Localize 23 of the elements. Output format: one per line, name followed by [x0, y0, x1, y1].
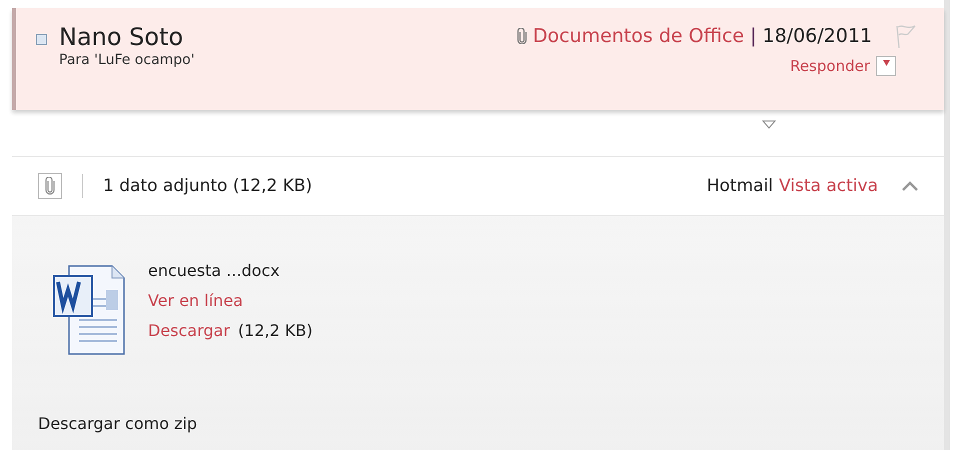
date-text: 18/06/2011	[762, 25, 872, 47]
square-icon	[36, 34, 47, 45]
active-view-link[interactable]: Vista activa	[779, 176, 878, 196]
collapse-chevron-icon[interactable]	[902, 181, 918, 191]
download-link[interactable]: Descargar	[148, 316, 230, 346]
attachment-summary: 1 dato adjunto (12,2 KB)	[103, 176, 314, 196]
sender-name: Nano Soto	[59, 22, 184, 52]
download-zip-link[interactable]: Descargar como zip	[38, 414, 918, 433]
document-icon	[52, 264, 126, 356]
folder-link[interactable]: Documentos de Office	[532, 25, 744, 47]
file-name: encuesta ...docx	[148, 260, 281, 282]
reply-link[interactable]: Responder	[790, 57, 870, 75]
source-text: Hotmail	[706, 176, 774, 196]
recipient-text: Para 'LuFe ocampo'	[59, 52, 195, 68]
paperclip-icon	[516, 28, 527, 44]
caret-icon	[882, 60, 890, 66]
expand-triangle-icon[interactable]	[762, 120, 776, 129]
separator: |	[750, 25, 756, 47]
file-size: (12,2 KB)	[238, 320, 313, 342]
reply-dropdown[interactable]	[876, 56, 896, 76]
paperclip-icon	[45, 177, 55, 195]
view-online-link[interactable]: Ver en línea	[148, 286, 313, 316]
attachment-button[interactable]	[38, 173, 62, 199]
